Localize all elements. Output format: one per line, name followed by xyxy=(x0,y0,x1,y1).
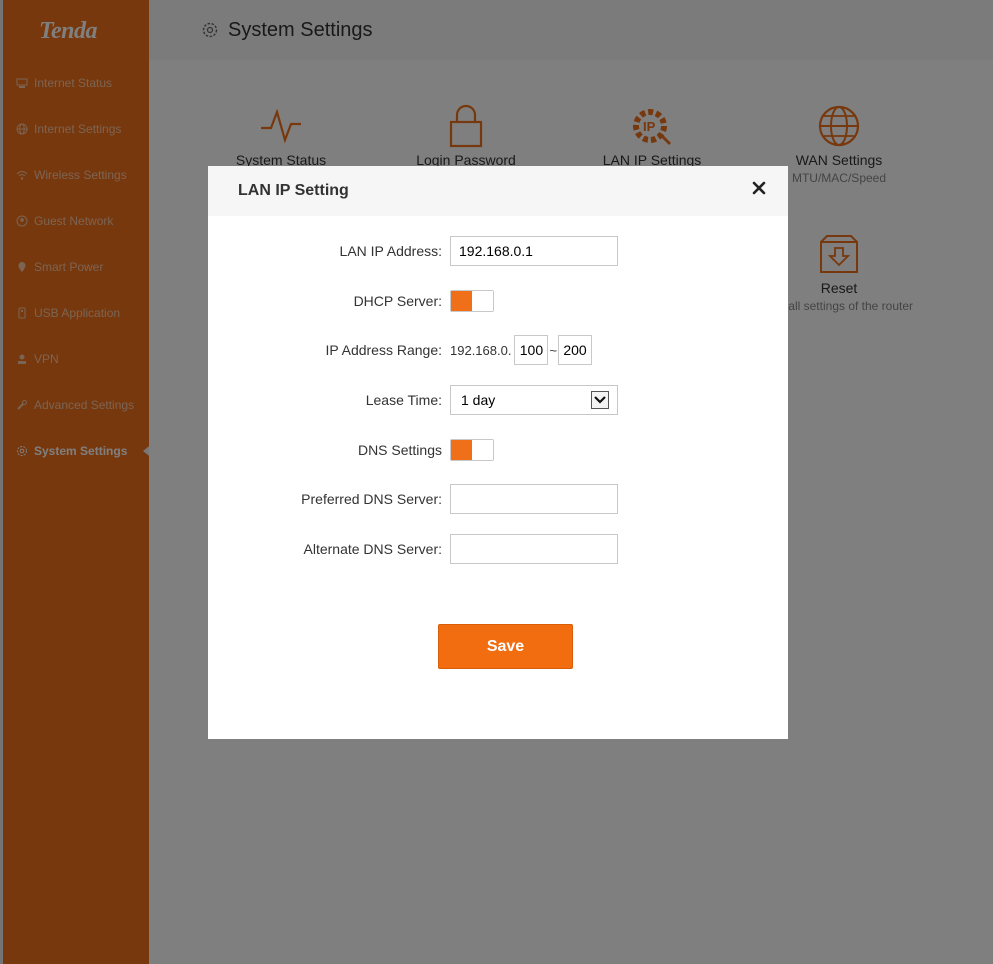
dns-settings-label: DNS Settings xyxy=(357,442,442,458)
ip-range-start-input[interactable] xyxy=(514,335,549,365)
close-icon[interactable] xyxy=(752,181,766,195)
ip-range-separator: ~ xyxy=(549,342,558,358)
alternate-dns-input[interactable] xyxy=(450,534,618,564)
lease-time-value: 1 day xyxy=(461,392,496,408)
dhcp-toggle[interactable] xyxy=(450,290,494,312)
lease-time-row: Lease Time: 1 day xyxy=(208,385,788,415)
lease-time-select[interactable]: 1 day xyxy=(450,385,618,415)
preferred-dns-input[interactable] xyxy=(450,484,618,514)
alternate-dns-row: Alternate DNS Server: xyxy=(208,534,788,564)
dialog-title: LAN IP Setting xyxy=(238,182,349,199)
lan-ip-label: LAN IP Address: xyxy=(339,243,442,259)
lease-time-label: Lease Time: xyxy=(365,392,442,408)
lan-ip-setting-dialog: LAN IP Setting LAN IP Address: DHCP Serv… xyxy=(208,166,788,739)
preferred-dns-label: Preferred DNS Server: xyxy=(301,491,442,507)
preferred-dns-row: Preferred DNS Server: xyxy=(208,484,788,514)
ip-range-label: IP Address Range: xyxy=(325,342,442,358)
dhcp-row: DHCP Server: xyxy=(208,286,788,316)
alternate-dns-label: Alternate DNS Server: xyxy=(303,541,443,557)
dns-toggle[interactable] xyxy=(450,439,494,461)
lan-ip-input[interactable] xyxy=(450,236,618,266)
dialog-header: LAN IP Setting xyxy=(208,166,788,216)
save-button[interactable]: Save xyxy=(438,624,573,669)
ip-range-end-input[interactable] xyxy=(558,335,593,365)
dhcp-label: DHCP Server: xyxy=(353,293,442,309)
dns-settings-row: DNS Settings xyxy=(208,435,788,465)
ip-range-prefix: 192.168.0. xyxy=(450,342,512,358)
lan-ip-row: LAN IP Address: xyxy=(208,236,788,266)
chevron-down-icon xyxy=(591,391,609,409)
ip-range-row: IP Address Range: 192.168.0. ~ xyxy=(208,335,788,365)
